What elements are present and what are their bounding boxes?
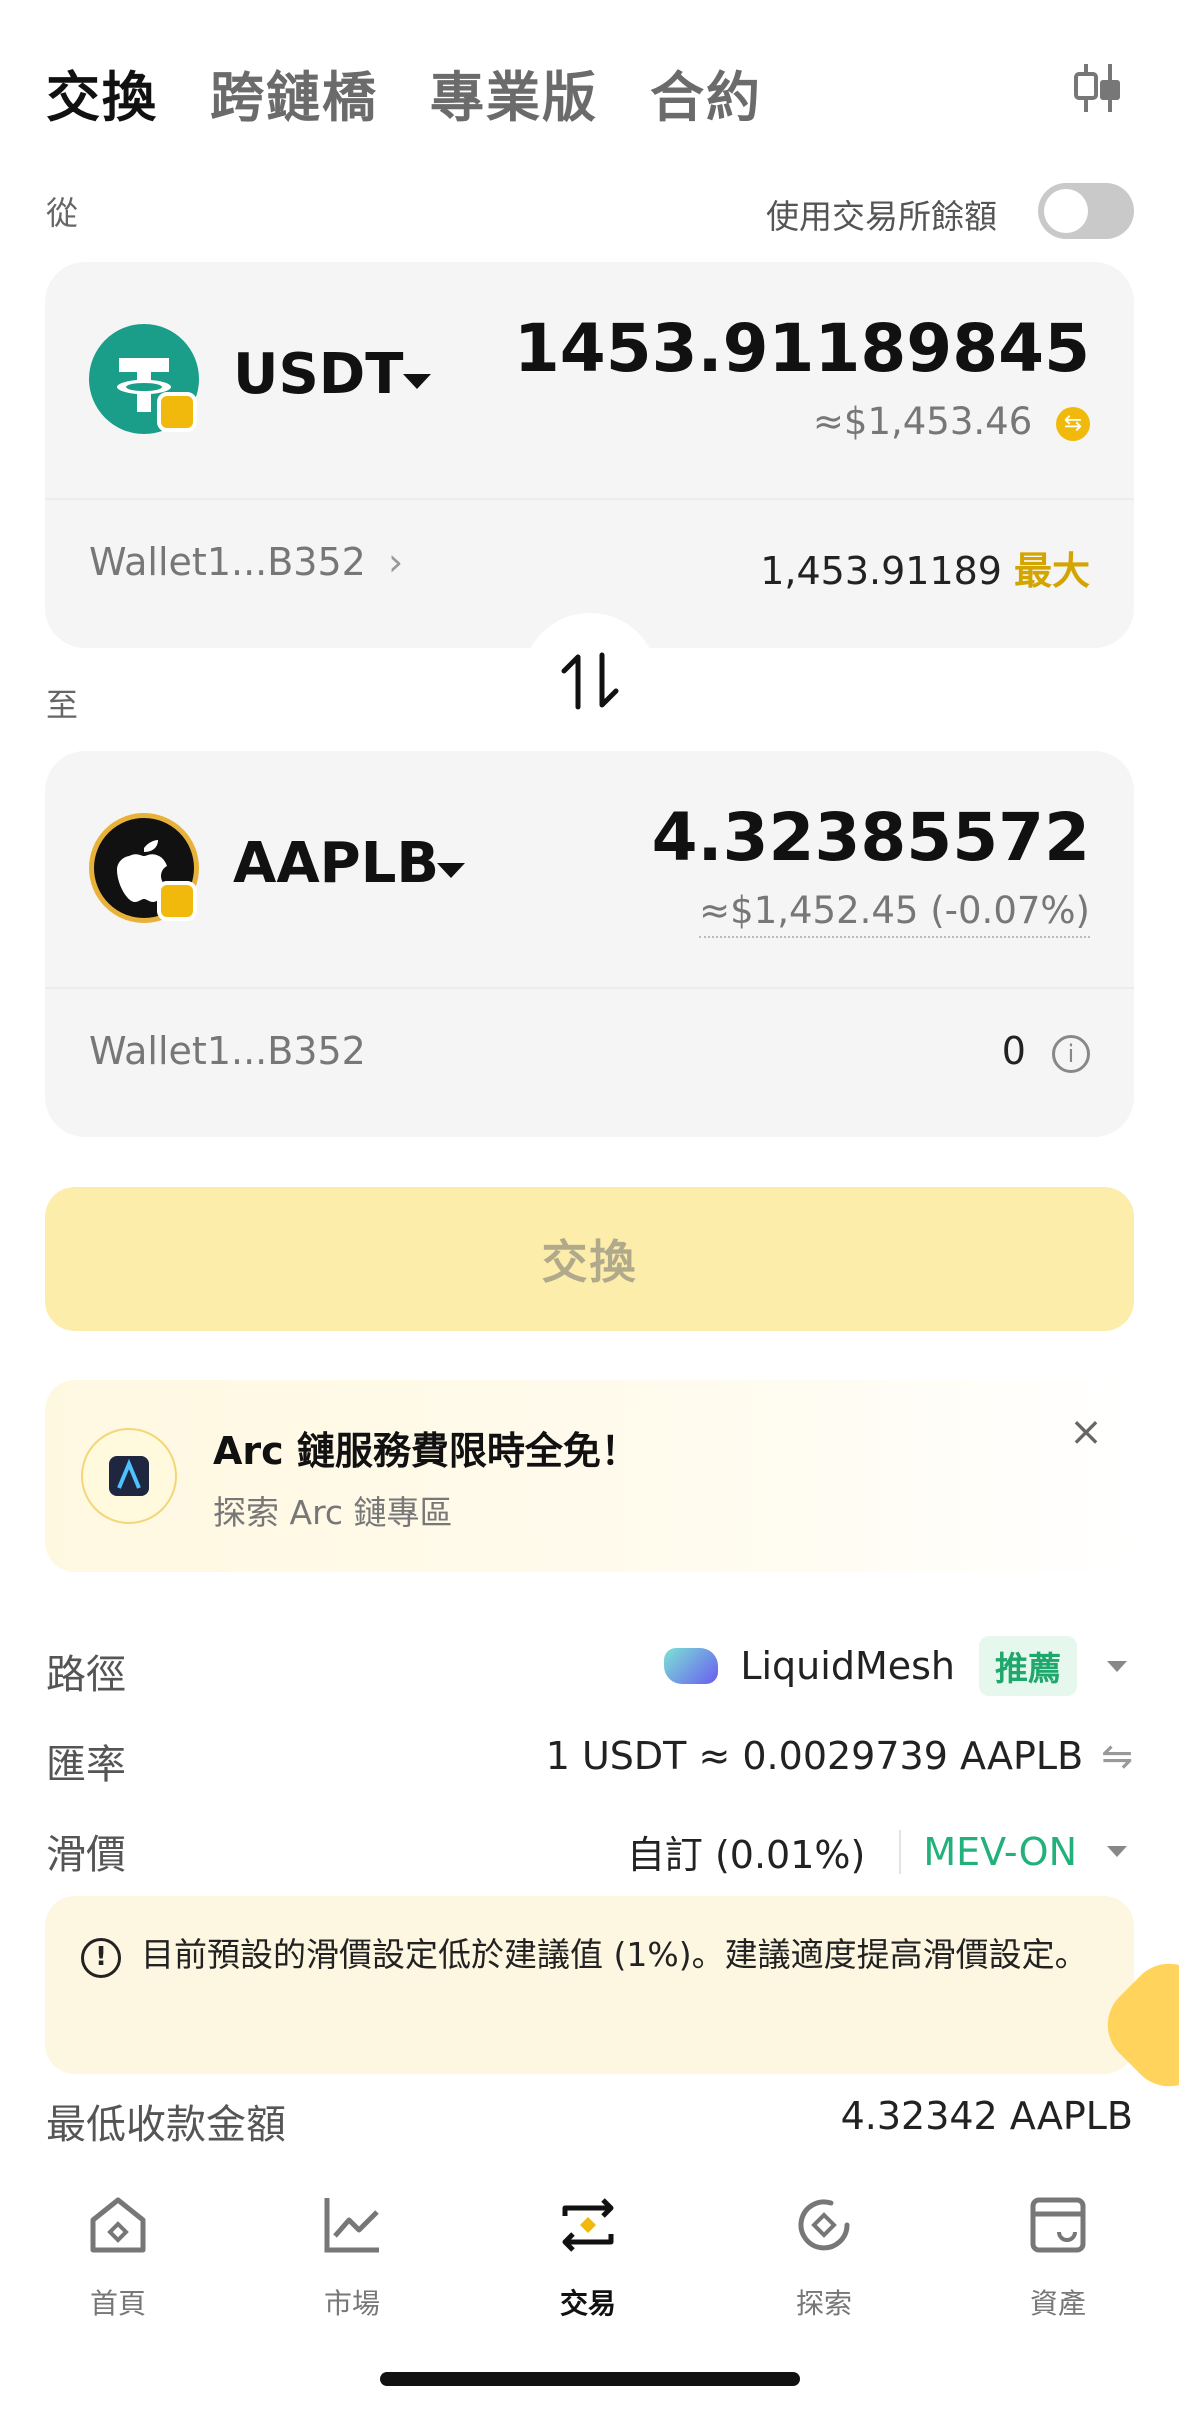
from-usd-value: ≈$1,453.46 ⇆ bbox=[813, 400, 1090, 443]
nav-trade[interactable]: 交易 bbox=[508, 2190, 668, 2322]
bottom-nav: 首頁 市場 交易 探索 資產 bbox=[0, 2150, 1179, 2350]
slippage-warning: ! 目前預設的滑價設定低於建議值 (1%)。建議適度提高滑價設定。 bbox=[45, 1896, 1134, 2074]
from-amount-input[interactable]: 1453.91189845 bbox=[514, 310, 1090, 387]
swap-submit-button[interactable]: 交換 bbox=[45, 1187, 1134, 1331]
promo-title: Arc 鏈服務費限時全免！ bbox=[213, 1429, 639, 1473]
tab-pro[interactable]: 專業版 bbox=[430, 53, 598, 132]
swap-arrows-icon bbox=[561, 652, 619, 710]
market-chart-icon bbox=[324, 2198, 379, 2253]
from-label: 從 bbox=[46, 194, 79, 232]
close-icon[interactable]: × bbox=[1064, 1410, 1108, 1454]
warning-text: 目前預設的滑價設定低於建議值 (1%)。建議適度提高滑價設定。 bbox=[141, 1935, 1088, 1974]
rate-label: 匯率 bbox=[46, 1742, 126, 1788]
home-indicator bbox=[380, 2372, 800, 2386]
bnb-chain-icon bbox=[157, 392, 197, 432]
to-label: 至 bbox=[46, 686, 79, 724]
max-button[interactable]: 最大 bbox=[1014, 549, 1090, 593]
min-receive-label: 最低收款金額 bbox=[46, 2102, 286, 2148]
to-token-selector[interactable]: AAPLB bbox=[233, 831, 439, 896]
min-receive-value: 4.32342 AAPLB bbox=[840, 2094, 1133, 2138]
candlestick-chart-icon[interactable] bbox=[1068, 58, 1128, 118]
chevron-down-icon[interactable] bbox=[437, 863, 465, 878]
swap-direction-button[interactable] bbox=[522, 613, 658, 749]
tab-swap[interactable]: 交換 bbox=[46, 53, 158, 132]
route-label: 路徑 bbox=[46, 1652, 126, 1698]
arc-chain-icon bbox=[81, 1428, 177, 1524]
to-token-card: AAPLB 4.32385572 ≈$1,452.45 (-0.07%) Wal… bbox=[45, 751, 1134, 1137]
currency-swap-icon[interactable]: ⇆ bbox=[1056, 406, 1090, 441]
exchange-balance-label: 使用交易所餘額 bbox=[766, 197, 997, 236]
promo-subtitle[interactable]: 探索 Arc 鏈專區 bbox=[213, 1486, 453, 1534]
liquidmesh-icon bbox=[664, 1648, 719, 1684]
route-selector[interactable]: LiquidMesh 推薦 bbox=[664, 1636, 1127, 1696]
assets-wallet-icon bbox=[1030, 2197, 1086, 2253]
to-amount: 4.32385572 bbox=[651, 799, 1090, 876]
from-balance: 1,453.91189 最大 bbox=[760, 549, 1090, 593]
chevron-down-icon[interactable] bbox=[403, 374, 431, 389]
top-tabs: 交換 跨鏈橋 專業版 合約 bbox=[46, 52, 762, 132]
mev-status: MEV-ON bbox=[899, 1829, 1077, 1874]
bnb-chain-icon bbox=[157, 881, 197, 921]
slippage-selector[interactable]: 自訂 (0.01%) MEV-ON bbox=[627, 1824, 1127, 1879]
promo-banner[interactable]: Arc 鏈服務費限時全免！ 探索 Arc 鏈專區 × bbox=[45, 1380, 1134, 1572]
trade-swap-icon bbox=[562, 2198, 614, 2252]
rate-invert-icon[interactable]: ⇋ bbox=[1101, 1734, 1133, 1778]
tab-bridge[interactable]: 跨鏈橋 bbox=[210, 53, 378, 132]
route-provider: LiquidMesh bbox=[740, 1644, 955, 1688]
from-token-selector[interactable]: USDT bbox=[233, 342, 404, 407]
chevron-right-icon: › bbox=[387, 540, 404, 584]
chevron-down-icon[interactable] bbox=[1107, 1660, 1127, 1672]
from-token-card: USDT 1453.91189845 ≈$1,453.46 ⇆ Wallet1.… bbox=[45, 262, 1134, 648]
recommended-badge: 推薦 bbox=[979, 1636, 1077, 1696]
nav-market[interactable]: 市場 bbox=[272, 2190, 432, 2322]
explore-icon bbox=[798, 2199, 850, 2251]
nav-home[interactable]: 首頁 bbox=[38, 2190, 198, 2322]
to-wallet[interactable]: Wallet1...B352 bbox=[89, 1029, 366, 1073]
slippage-label: 滑價 bbox=[46, 1832, 126, 1878]
to-balance: 0 i bbox=[1002, 1029, 1090, 1073]
to-usd-value: ≈$1,452.45 (-0.07%) bbox=[699, 889, 1090, 938]
tab-contract[interactable]: 合約 bbox=[650, 53, 762, 132]
nav-explore[interactable]: 探索 bbox=[744, 2190, 904, 2322]
exchange-balance-toggle[interactable] bbox=[1038, 183, 1134, 239]
nav-assets[interactable]: 資產 bbox=[978, 2190, 1138, 2322]
slippage-value: 自訂 (0.01%) bbox=[626, 1833, 866, 1877]
alert-icon: ! bbox=[81, 1938, 121, 1978]
home-icon bbox=[90, 2197, 146, 2253]
rate-value: 1 USDT ≈ 0.0029739 AAPLB ⇋ bbox=[545, 1734, 1133, 1778]
from-wallet[interactable]: Wallet1...B352 › bbox=[89, 540, 403, 584]
info-icon[interactable]: i bbox=[1052, 1034, 1090, 1073]
chevron-down-icon[interactable] bbox=[1107, 1846, 1127, 1857]
